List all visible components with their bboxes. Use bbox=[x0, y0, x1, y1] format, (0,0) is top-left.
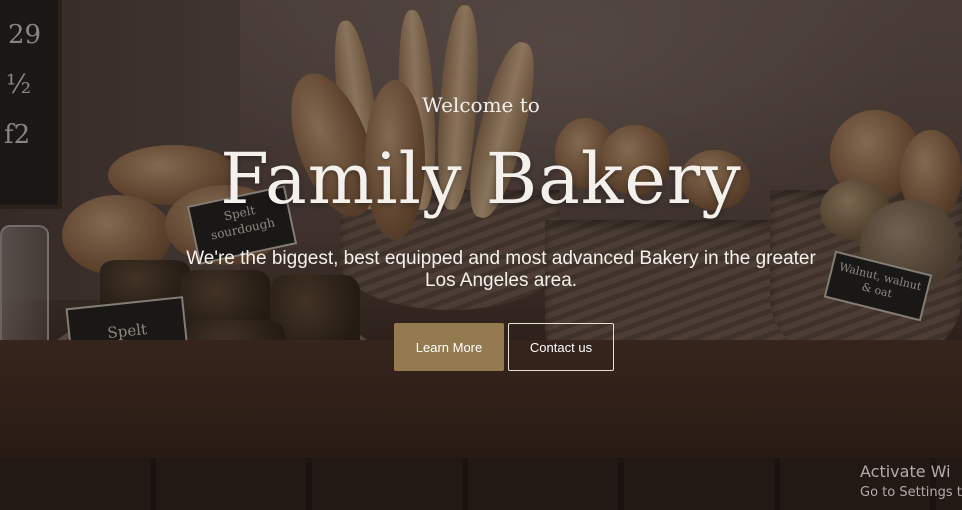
watermark-line-1: Activate Wi bbox=[860, 462, 951, 481]
page-title: Family Bakery bbox=[220, 138, 742, 220]
learn-more-button[interactable]: Learn More bbox=[394, 323, 504, 371]
watermark-line-2: Go to Settings t bbox=[860, 485, 962, 500]
contact-us-button[interactable]: Contact us bbox=[508, 323, 614, 371]
hero-subtitle: We're the biggest, best equipped and mos… bbox=[186, 248, 816, 291]
activate-windows-watermark: Activate Wi Go to Settings t bbox=[860, 462, 962, 500]
welcome-text: Welcome to bbox=[422, 93, 540, 117]
hero-section: Welcome to Family Bakery We're the bigge… bbox=[0, 0, 962, 510]
